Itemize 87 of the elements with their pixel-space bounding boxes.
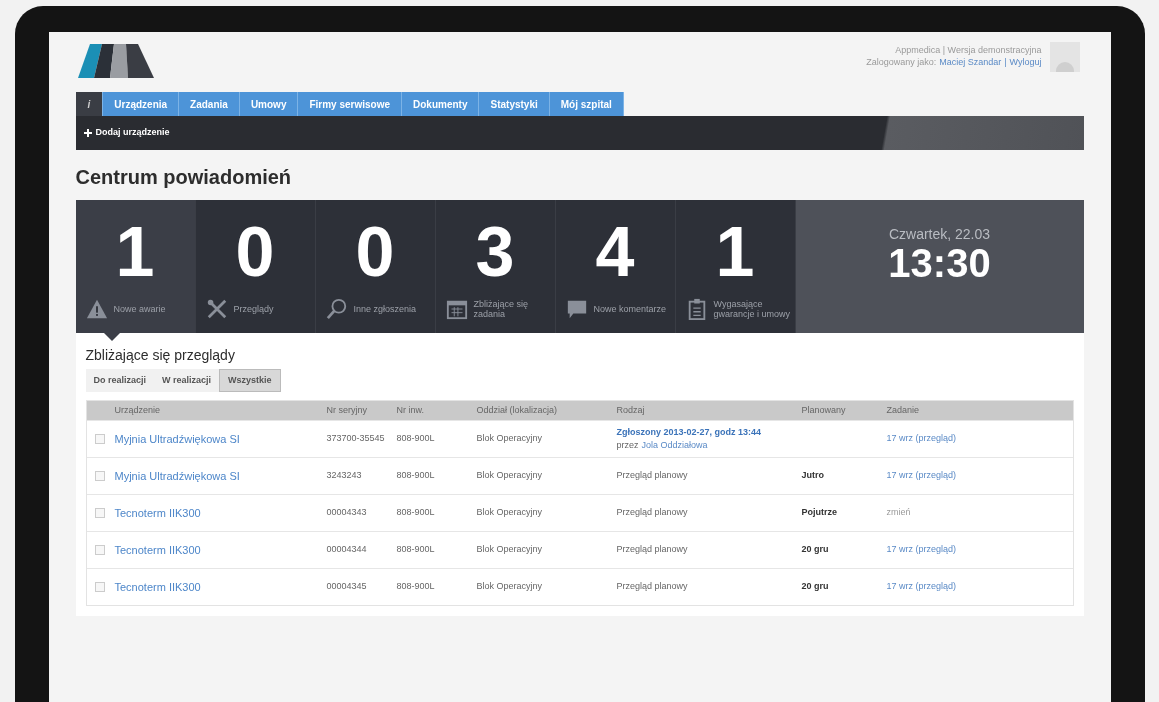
inventory-cell-text: 808-900L [396, 506, 436, 520]
by-label: przez [616, 439, 639, 452]
stat-count: 3 [475, 216, 515, 288]
logged-in-label: Zalogowany jako: [866, 56, 937, 68]
stat-label: Zbliżające się zadania [473, 299, 530, 319]
time-text: 13:30 [888, 242, 991, 284]
stat-count: 0 [355, 216, 395, 288]
serial-cell-text: 00004344 [326, 543, 368, 557]
department-cell-text: Blok Operacyjny [476, 506, 544, 520]
type-cell-text: Przegląd planowy [616, 543, 689, 557]
plus-icon [83, 129, 92, 137]
stat-label: Przeglądy [233, 304, 275, 314]
app-version-text: Appmedica | Wersja demonstracyjna [895, 44, 1042, 56]
warning-icon [85, 298, 108, 320]
task-link[interactable]: 17 wrz (przegląd) [886, 469, 1073, 483]
stat-count: 0 [235, 216, 275, 288]
nav-tab[interactable]: i [75, 92, 104, 116]
row-checkbox[interactable] [94, 434, 105, 444]
serial-cell-text: 00004343 [326, 506, 368, 520]
type-cell-text: Przegląd planowy [616, 469, 689, 483]
nav-tab[interactable]: Umowy [239, 92, 299, 116]
user-link[interactable]: Maciej Szandar [939, 56, 1002, 68]
stat-label: Nowe komentarze [593, 304, 668, 314]
column-header: Nr seryjny [326, 403, 368, 417]
department-cell-text: Blok Operacyjny [476, 432, 544, 446]
column-header: Nr inw. [396, 403, 425, 417]
nav-tab[interactable]: Mój szpital [549, 92, 624, 116]
filter-tab[interactable]: Wszystkie [219, 369, 281, 392]
report-link[interactable]: Zgłoszony 2013-02-27, godz 13:44 [616, 425, 802, 439]
filter-tab[interactable]: Do realizacji [85, 369, 155, 392]
logout-link[interactable]: Wyloguj [1009, 56, 1042, 68]
row-checkbox[interactable] [94, 508, 105, 518]
nav-tab[interactable]: Urządzenia [103, 92, 180, 116]
device-link[interactable]: Tecnoterm IIK300 [114, 578, 201, 596]
column-header: Zadanie [886, 403, 921, 417]
serial-cell-text: 00004345 [326, 580, 368, 594]
nav-tab[interactable]: Zadania [179, 92, 240, 116]
task-link[interactable]: 17 wrz (przegląd) [886, 432, 1073, 446]
row-checkbox[interactable] [94, 545, 105, 555]
planned-cell-text: Jutro [801, 469, 825, 483]
column-header: Planowany [801, 403, 847, 417]
inventory-cell-text: 808-900L [396, 580, 436, 594]
device-link[interactable]: Tecnoterm IIK300 [114, 541, 201, 559]
task-link[interactable]: 17 wrz (przegląd) [886, 580, 1073, 594]
filter-tab[interactable]: W realizacji [154, 369, 220, 392]
stat-count: 1 [715, 216, 755, 288]
inventory-cell-text: 808-900L [396, 432, 436, 446]
serial-cell-text: 3243243 [326, 469, 363, 483]
type-cell-text: Przegląd planowy [616, 506, 689, 520]
device-link[interactable]: Tecnoterm IIK300 [114, 504, 201, 522]
planned-cell-text: Pojutrze [801, 506, 838, 520]
type-cell-text: Przegląd planowy [616, 580, 689, 594]
calendar-icon [445, 298, 468, 320]
device-link[interactable]: Myjnia Ultradźwiękowa SI [114, 430, 240, 448]
stat-count: 1 [115, 216, 155, 288]
avatar-icon [1049, 42, 1080, 72]
serial-cell-text: 373700-35545 [326, 432, 386, 446]
date-text: Czwartek, 22.03 [888, 226, 991, 242]
logo-icon [75, 42, 156, 78]
planned-cell-text: 20 gru [801, 543, 830, 557]
task-link[interactable]: 17 wrz (przegląd) [886, 543, 1073, 557]
panel-title: Zbliżające się przeglądy [85, 346, 236, 365]
stat-label: Nowe awarie [113, 304, 167, 314]
tools-icon [205, 298, 228, 320]
page-title: Centrum powiadomień [75, 165, 293, 190]
stat-count: 4 [595, 216, 635, 288]
column-header: Oddział (lokalizacja) [476, 403, 559, 417]
nav-tab[interactable]: Firmy serwisowe [298, 92, 403, 116]
add-device-button[interactable]: Dodaj urządzenie [83, 126, 170, 140]
inventory-cell-text: 808-900L [396, 543, 436, 557]
row-checkbox[interactable] [94, 582, 105, 592]
planned-cell-text: 20 gru [801, 580, 830, 594]
nav-tab[interactable]: Dokumenty [402, 92, 480, 116]
department-cell-text: Blok Operacyjny [476, 580, 544, 594]
comment-icon [565, 298, 588, 320]
row-checkbox[interactable] [94, 471, 105, 481]
stat-label: Inne zgłoszenia [353, 304, 418, 314]
nav-tab[interactable]: Statystyki [479, 92, 550, 116]
search-icon [325, 298, 348, 320]
department-cell-text: Blok Operacyjny [476, 469, 544, 483]
department-cell-text: Blok Operacyjny [476, 543, 544, 557]
separator-text: | [1004, 56, 1007, 68]
column-header: Rodzaj [616, 403, 646, 417]
column-header: Urządzenie [113, 403, 162, 417]
inventory-cell-text: 808-900L [396, 469, 436, 483]
reporter-link[interactable]: Jola Oddziałowa [641, 439, 708, 453]
device-link[interactable]: Myjnia Ultradźwiękowa SI [114, 467, 240, 485]
